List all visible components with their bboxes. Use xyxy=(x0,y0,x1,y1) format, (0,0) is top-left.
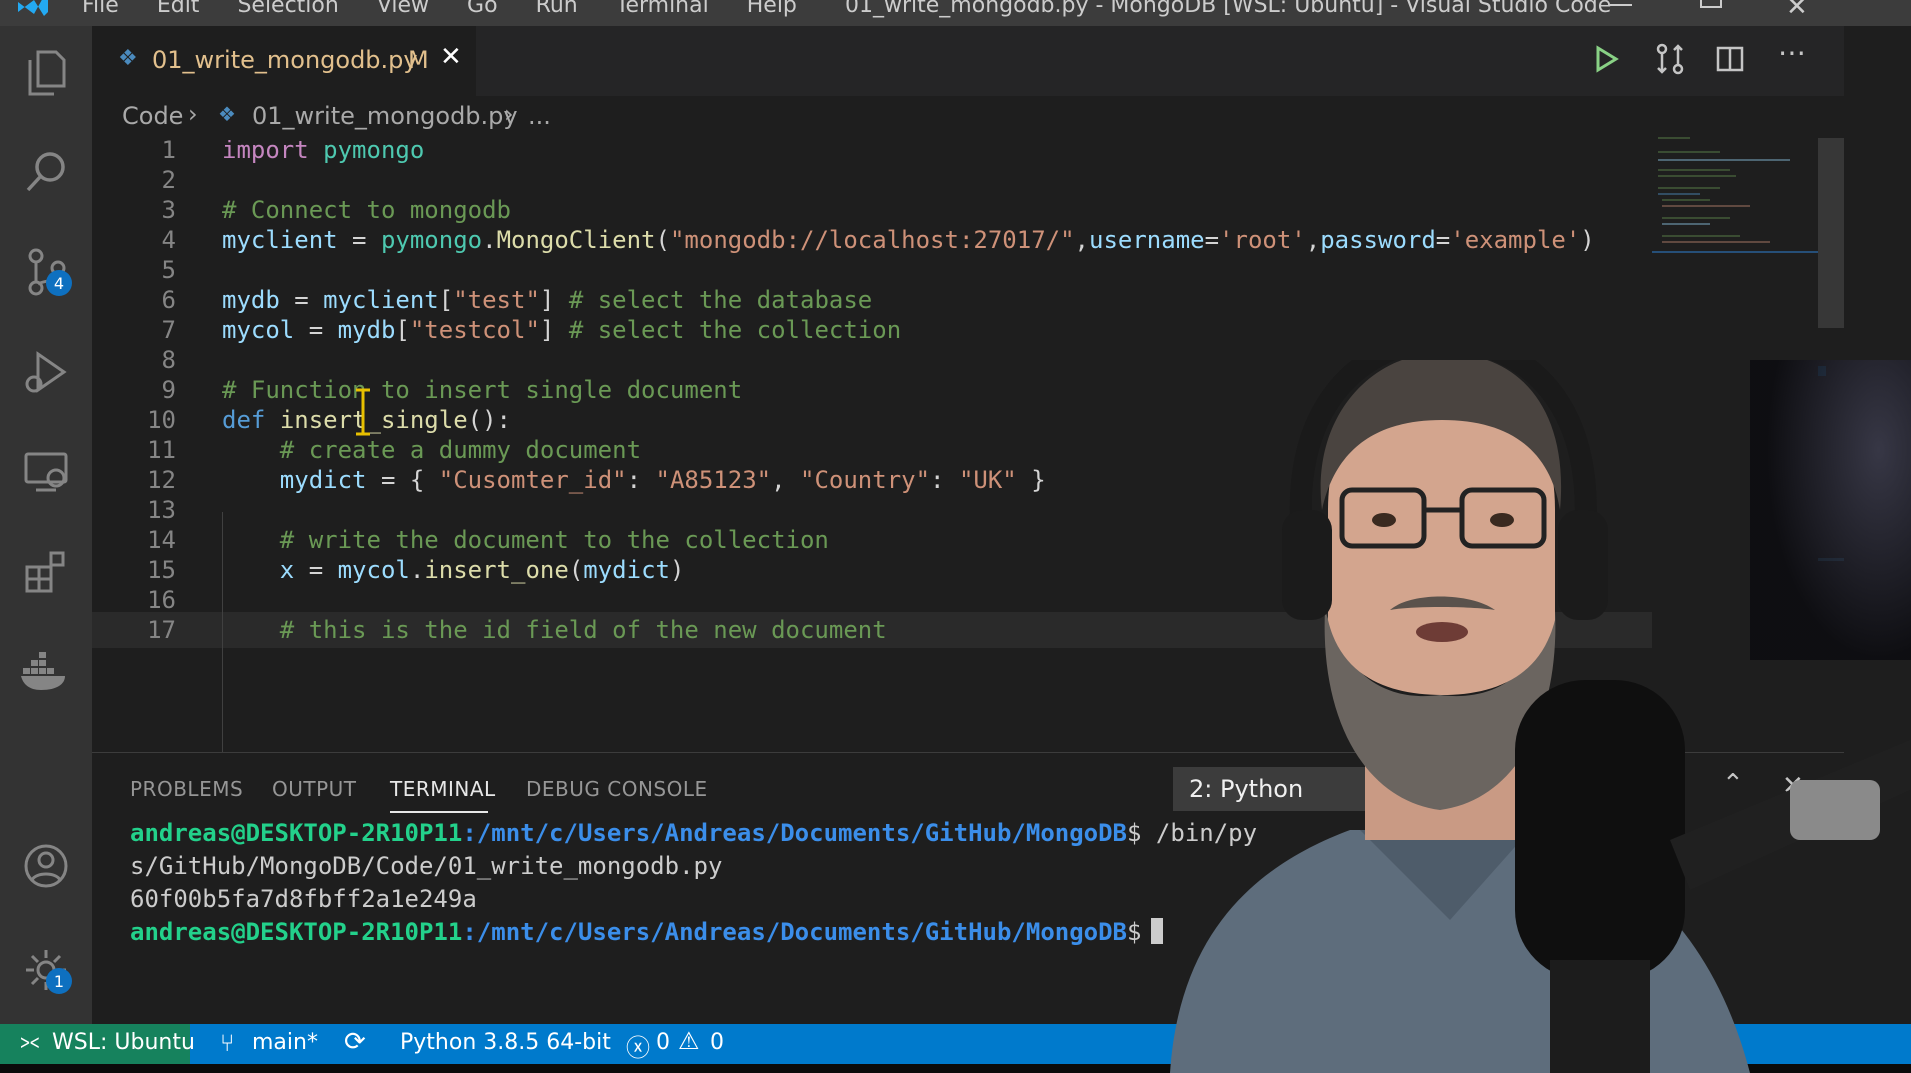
terminal-prompt: $ xyxy=(1127,918,1142,946)
tab-output[interactable]: OUTPUT xyxy=(272,777,357,801)
terminal-path: :/mnt/c/Users/Andreas/Documents/GitHub/M… xyxy=(462,819,1128,847)
source-control-icon[interactable]: 4 xyxy=(18,244,74,300)
accounts-icon[interactable] xyxy=(18,838,74,894)
tab-modified-indicator: M xyxy=(408,46,429,74)
remote-indicator[interactable]: ⪥ WSL: Ubuntu xyxy=(0,1024,195,1064)
menu-help[interactable]: Help xyxy=(747,0,797,18)
terminal-path: :/mnt/c/Users/Andreas/Documents/GitHub/M… xyxy=(462,918,1128,946)
code-text[interactable]: # this is the id field of the new docume… xyxy=(222,612,887,648)
indent-guide xyxy=(222,512,223,752)
source-control-badge: 4 xyxy=(46,270,72,296)
python-interpreter[interactable]: Python 3.8.5 64-bit xyxy=(400,1030,611,1055)
terminal-output: 60f00b5fa7d8fbff2a1e249a xyxy=(130,885,477,913)
error-icon: ⓧ xyxy=(626,1034,650,1062)
breadcrumb: Code › ❖ 01_write_mongodb.py › ... xyxy=(92,96,1844,140)
breadcrumb-python-icon: ❖ xyxy=(218,102,236,126)
search-icon[interactable] xyxy=(18,144,74,200)
menu-view[interactable]: View xyxy=(377,0,429,18)
explorer-icon[interactable] xyxy=(18,44,74,100)
maximize-icon[interactable] xyxy=(1700,0,1722,8)
vscode-logo-icon xyxy=(14,0,50,18)
tab-debug-console[interactable]: DEBUG CONSOLE xyxy=(526,777,708,801)
split-editor-icon[interactable] xyxy=(1716,46,1744,72)
breadcrumb-chevron-icon: › xyxy=(504,100,514,128)
remote-explorer-icon[interactable] xyxy=(18,444,74,500)
manage-gear-icon[interactable]: 1 xyxy=(18,942,74,998)
title-bar: File Edit Selection View Go Run Terminal Help 0… xyxy=(0,0,1911,26)
tab-filename: 01_write_mongodb.py xyxy=(152,46,418,74)
tab-terminal[interactable]: TERMINAL xyxy=(390,777,496,801)
remote-label: WSL: Ubuntu xyxy=(52,1030,195,1055)
git-branch[interactable]: main* xyxy=(252,1030,318,1055)
terminal-line: andreas@DESKTOP-2R10P11:/mnt/c/Users/And… xyxy=(130,817,1257,850)
menu-bar: File Edit Selection View Go Run Terminal Help xyxy=(82,0,835,18)
breadcrumb-folder[interactable]: Code xyxy=(122,102,183,130)
tab-problems[interactable]: PROBLEMS xyxy=(130,777,243,801)
close-window-icon[interactable]: ✕ xyxy=(1786,0,1808,22)
open-changes-icon[interactable] xyxy=(1654,42,1686,76)
more-actions-icon[interactable]: ⋯ xyxy=(1778,36,1806,69)
line-number: 17 xyxy=(147,616,176,644)
docker-icon[interactable] xyxy=(18,644,74,700)
menu-selection[interactable]: Selection xyxy=(237,0,338,18)
terminal-user: andreas@DESKTOP-2R10P11 xyxy=(130,819,463,847)
error-count[interactable]: 0 xyxy=(656,1030,670,1055)
window-title: 01_write_mongodb.py - MongoDB [WSL: Ubun… xyxy=(845,0,1612,18)
menu-go[interactable]: Go xyxy=(467,0,498,18)
git-branch-icon: ⑂ xyxy=(220,1029,235,1057)
webcam-presenter-image xyxy=(1150,360,1911,1073)
python-file-icon: ❖ xyxy=(118,46,138,71)
terminal-line: andreas@DESKTOP-2R10P11:/mnt/c/Users/And… xyxy=(130,916,1164,949)
settings-badge: 1 xyxy=(46,968,72,994)
breadcrumb-chevron-icon: › xyxy=(188,100,198,128)
run-file-icon[interactable] xyxy=(1592,44,1620,74)
warning-icon: ⚠ xyxy=(678,1027,700,1055)
sync-icon[interactable]: ⟳ xyxy=(344,1027,366,1057)
menu-terminal[interactable]: Terminal xyxy=(616,0,709,18)
minimize-icon[interactable] xyxy=(1610,4,1632,6)
menu-run[interactable]: Run xyxy=(536,0,578,18)
text-cursor-icon xyxy=(354,388,372,436)
terminal-line: s/GitHub/MongoDB/Code/01_write_mongodb.p… xyxy=(130,852,723,880)
run-debug-icon[interactable] xyxy=(18,344,74,400)
extensions-icon[interactable] xyxy=(18,544,74,600)
editor-tab[interactable]: ❖ 01_write_mongodb.py M ✕ xyxy=(92,26,476,96)
terminal-user: andreas@DESKTOP-2R10P11 xyxy=(130,918,463,946)
minimap[interactable] xyxy=(1650,130,1820,260)
breadcrumb-file[interactable]: 01_write_mongodb.py xyxy=(252,102,518,130)
editor-scrollbar-thumb[interactable] xyxy=(1818,138,1844,328)
terminal-prompt: $ xyxy=(1127,819,1142,847)
breadcrumb-more[interactable]: ... xyxy=(528,102,551,130)
remote-icon: ⪥ xyxy=(20,1029,40,1054)
active-tab-underline xyxy=(390,811,488,813)
activity-bar: 4 1 xyxy=(0,26,92,1024)
menu-edit[interactable]: Edit xyxy=(157,0,200,18)
menu-file[interactable]: File xyxy=(82,0,119,18)
warning-count[interactable]: 0 xyxy=(710,1030,724,1055)
tab-close-icon[interactable]: ✕ xyxy=(440,42,462,72)
